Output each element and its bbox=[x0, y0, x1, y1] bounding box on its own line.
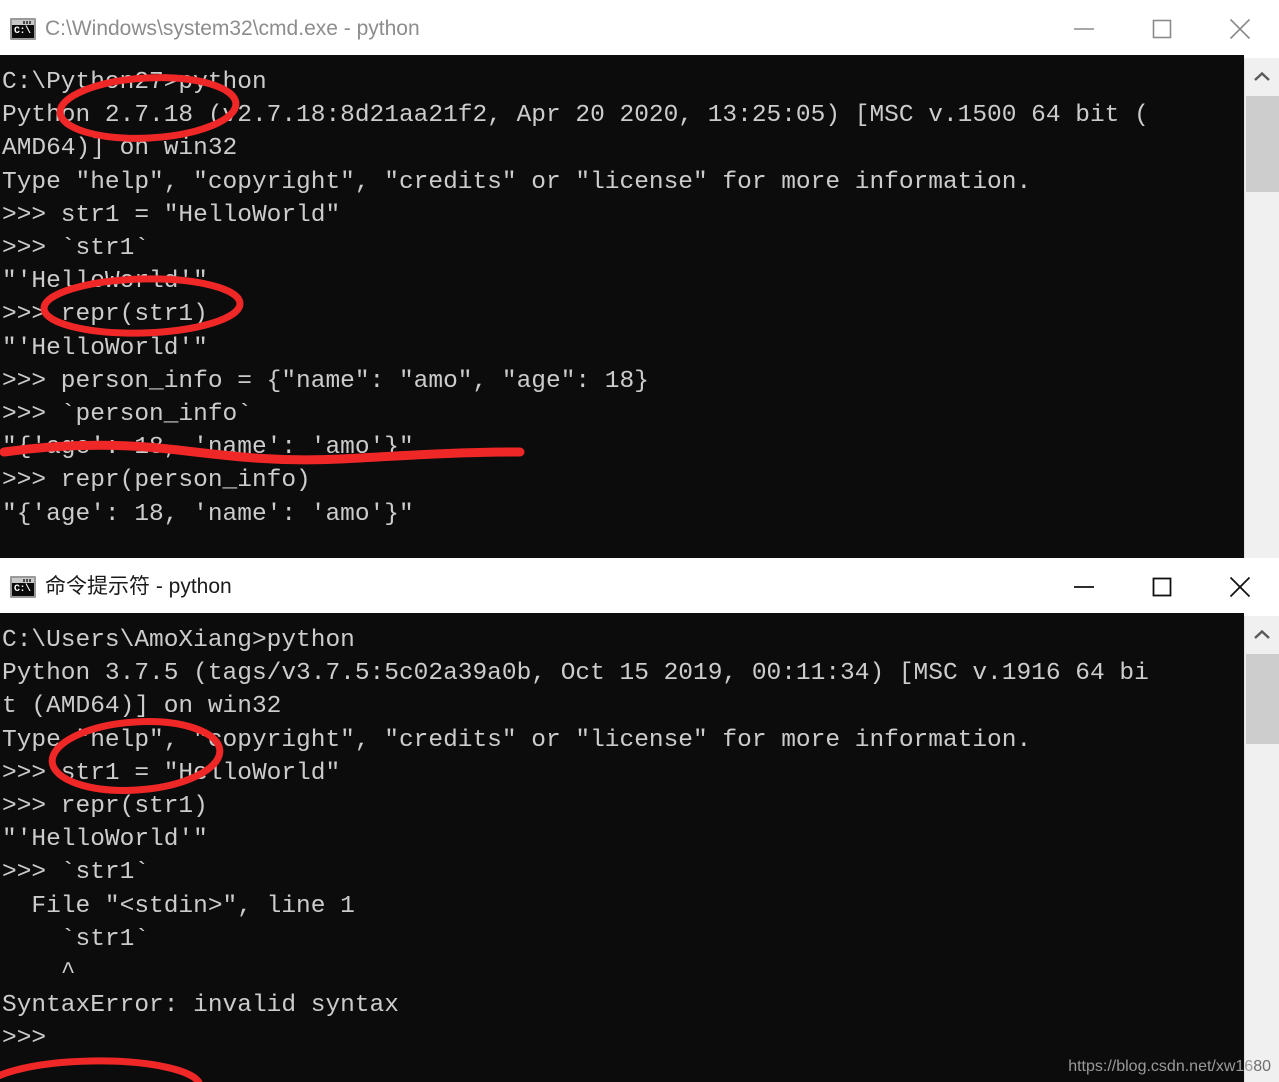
cmd-console-icon: C:\ bbox=[10, 576, 36, 598]
window-controls-python27 bbox=[1045, 0, 1279, 58]
maximize-button[interactable] bbox=[1123, 558, 1201, 616]
watermark-text: https://blog.csdn.net/xw16 bbox=[1068, 1058, 1254, 1075]
minimize-button[interactable] bbox=[1045, 558, 1123, 616]
watermark-text-faded: 80 bbox=[1253, 1058, 1271, 1075]
window-cmd-python27: C:\ C:\Windows\system32\cmd.exe - python bbox=[0, 0, 1279, 558]
scrollbar-thumb[interactable] bbox=[1246, 654, 1279, 744]
close-button[interactable] bbox=[1201, 0, 1279, 58]
cmd-console-icon: C:\ bbox=[10, 18, 36, 40]
window-controls-python375 bbox=[1045, 558, 1279, 616]
close-button[interactable] bbox=[1201, 558, 1279, 616]
console-text-python27: C:\Python27>python Python 2.7.18 (v2.7.1… bbox=[2, 69, 1149, 528]
syntaxerror-circle bbox=[0, 1057, 204, 1082]
maximize-button[interactable] bbox=[1123, 0, 1201, 58]
screenshot-root: C:\ C:\Windows\system32\cmd.exe - python bbox=[0, 0, 1279, 1082]
scrollbar-python27[interactable] bbox=[1244, 58, 1279, 558]
scroll-up-arrow[interactable] bbox=[1245, 58, 1279, 96]
csdn-watermark: https://blog.csdn.net/xw1680 bbox=[1068, 1058, 1271, 1076]
console-text-python375: C:\Users\AmoXiang>python Python 3.7.5 (t… bbox=[2, 627, 1149, 1053]
scrollbar-thumb[interactable] bbox=[1246, 96, 1279, 192]
scrollbar-python375[interactable] bbox=[1244, 616, 1279, 1082]
icon-dots bbox=[23, 21, 32, 24]
console-output-python27[interactable]: C:\Python27>python Python 2.7.18 (v2.7.1… bbox=[0, 58, 1279, 558]
minimize-button[interactable] bbox=[1045, 0, 1123, 58]
window-cmd-python375: C:\ 命令提示符 - python C:\Users\AmoXiang>pyt… bbox=[0, 558, 1279, 1082]
icon-prompt-label: C:\ bbox=[12, 583, 34, 596]
titlebar-python27[interactable]: C:\ C:\Windows\system32\cmd.exe - python bbox=[0, 0, 1279, 58]
window-title-python27: C:\Windows\system32\cmd.exe - python bbox=[45, 17, 420, 40]
titlebar-python375[interactable]: C:\ 命令提示符 - python bbox=[0, 558, 1279, 616]
icon-dots bbox=[23, 579, 32, 582]
console-output-python375[interactable]: C:\Users\AmoXiang>python Python 3.7.5 (t… bbox=[0, 616, 1279, 1082]
window-title-python375: 命令提示符 - python bbox=[45, 575, 232, 598]
scroll-up-arrow[interactable] bbox=[1245, 616, 1279, 654]
icon-prompt-label: C:\ bbox=[12, 25, 34, 38]
